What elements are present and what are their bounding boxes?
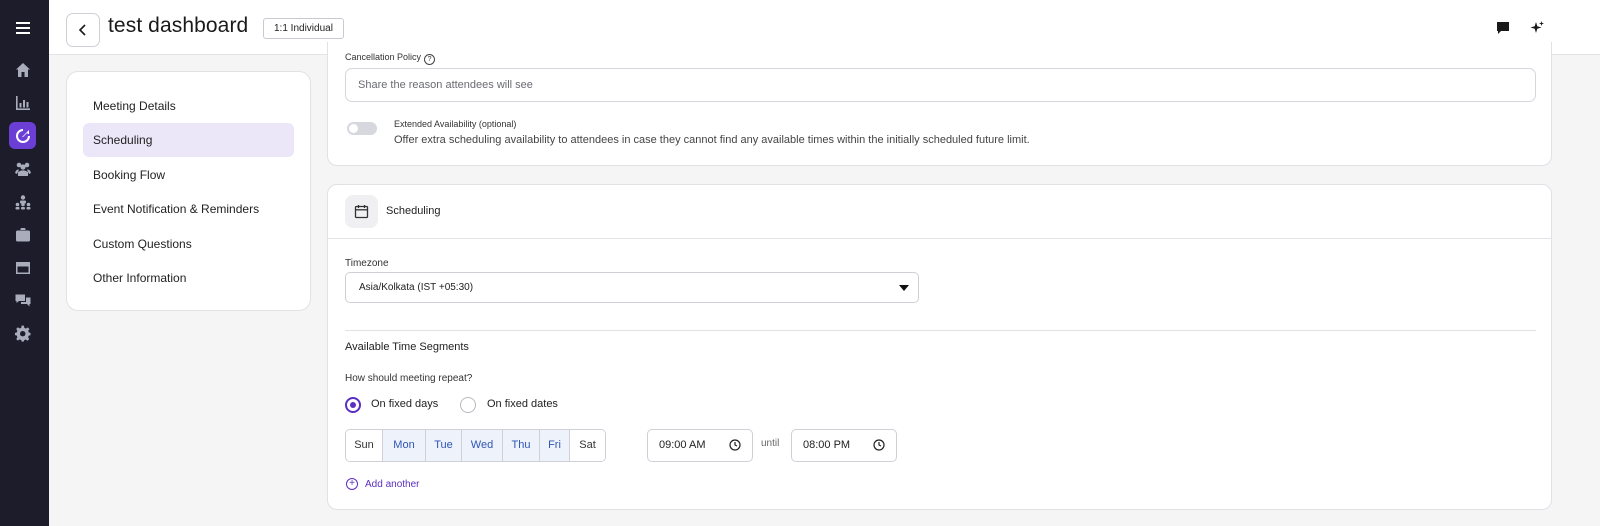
divider bbox=[345, 330, 1536, 331]
settings-icon[interactable] bbox=[9, 320, 36, 347]
back-button[interactable] bbox=[66, 13, 100, 47]
repeat-question: How should meeting repeat? bbox=[345, 373, 473, 384]
help-icon[interactable]: ? bbox=[424, 54, 436, 65]
available-time-segments-title: Available Time Segments bbox=[345, 341, 469, 353]
cancellation-policy-label: Cancellation Policy? bbox=[345, 52, 436, 65]
day-wed[interactable]: Wed bbox=[462, 430, 503, 461]
radio-fixed-dates-label[interactable]: On fixed dates bbox=[487, 398, 558, 410]
radio-fixed-days-label[interactable]: On fixed days bbox=[371, 398, 438, 410]
radio-fixed-dates[interactable] bbox=[460, 397, 476, 413]
add-another-label: Add another bbox=[365, 478, 420, 490]
people-icon[interactable] bbox=[9, 155, 36, 182]
nav-item-scheduling[interactable]: Scheduling bbox=[83, 123, 294, 157]
clock-icon bbox=[873, 439, 885, 451]
timezone-select[interactable]: Asia/Kolkata (IST +05:30) bbox=[345, 272, 919, 303]
briefcase-icon[interactable] bbox=[9, 221, 36, 248]
team-icon[interactable] bbox=[9, 188, 36, 215]
radio-fixed-days[interactable] bbox=[345, 397, 361, 413]
day-sun[interactable]: Sun bbox=[346, 430, 383, 461]
cancellation-card: Cancellation Policy? Share the reason at… bbox=[327, 42, 1552, 166]
nav-item-other-information[interactable]: Other Information bbox=[83, 261, 294, 295]
menu-icon[interactable] bbox=[9, 14, 36, 41]
scheduling-icon[interactable] bbox=[9, 122, 36, 149]
end-time-input[interactable]: 08:00 PM bbox=[791, 429, 897, 462]
day-thu[interactable]: Thu bbox=[503, 430, 540, 461]
analytics-icon[interactable] bbox=[9, 89, 36, 116]
plus-circle-icon: + bbox=[346, 478, 358, 490]
until-label: until bbox=[761, 438, 780, 449]
comment-icon[interactable] bbox=[1495, 20, 1511, 36]
ai-sparkle-icon[interactable] bbox=[1529, 20, 1545, 36]
nav-item-meeting-details[interactable]: Meeting Details bbox=[83, 89, 294, 123]
timezone-label: Timezone bbox=[345, 258, 389, 269]
start-time-value: 09:00 AM bbox=[659, 439, 706, 451]
extended-availability-title: Extended Availability (optional) bbox=[394, 119, 517, 129]
extended-availability-toggle[interactable] bbox=[347, 122, 377, 135]
home-icon[interactable] bbox=[9, 56, 36, 83]
day-sat[interactable]: Sat bbox=[570, 430, 605, 461]
caret-down-icon bbox=[899, 285, 909, 291]
calendar-window-icon[interactable] bbox=[9, 254, 36, 281]
nav-item-event-notification[interactable]: Event Notification & Reminders bbox=[83, 192, 294, 226]
scheduling-card: Scheduling Timezone Asia/Kolkata (IST +0… bbox=[327, 184, 1552, 510]
page-title: test dashboard bbox=[108, 14, 249, 37]
cancellation-policy-text: Cancellation Policy bbox=[345, 52, 422, 62]
start-time-input[interactable]: 09:00 AM bbox=[647, 429, 753, 462]
add-another-button[interactable]: + Add another bbox=[346, 478, 420, 490]
nav-item-custom-questions[interactable]: Custom Questions bbox=[83, 227, 294, 261]
day-selector: Sun Mon Tue Wed Thu Fri Sat bbox=[345, 429, 606, 462]
day-mon[interactable]: Mon bbox=[383, 430, 426, 461]
clock-icon bbox=[729, 439, 741, 451]
chevron-left-icon bbox=[78, 24, 86, 36]
day-fri[interactable]: Fri bbox=[540, 430, 570, 461]
timezone-value: Asia/Kolkata (IST +05:30) bbox=[359, 282, 474, 293]
event-type-badge: 1:1 Individual bbox=[263, 18, 344, 39]
day-tue[interactable]: Tue bbox=[426, 430, 462, 461]
chat-icon[interactable] bbox=[9, 287, 36, 314]
scheduling-card-header: Scheduling bbox=[328, 185, 1551, 239]
calendar-icon bbox=[345, 195, 378, 228]
cancellation-reason-input[interactable]: Share the reason attendees will see bbox=[345, 68, 1536, 102]
icon-rail bbox=[0, 0, 49, 526]
nav-item-booking-flow[interactable]: Booking Flow bbox=[83, 158, 294, 192]
end-time-value: 08:00 PM bbox=[803, 439, 851, 451]
scheduling-section-title: Scheduling bbox=[386, 205, 441, 217]
section-nav: Meeting Details Scheduling Booking Flow … bbox=[66, 71, 311, 311]
extended-availability-description: Offer extra scheduling availability to a… bbox=[394, 134, 1030, 146]
